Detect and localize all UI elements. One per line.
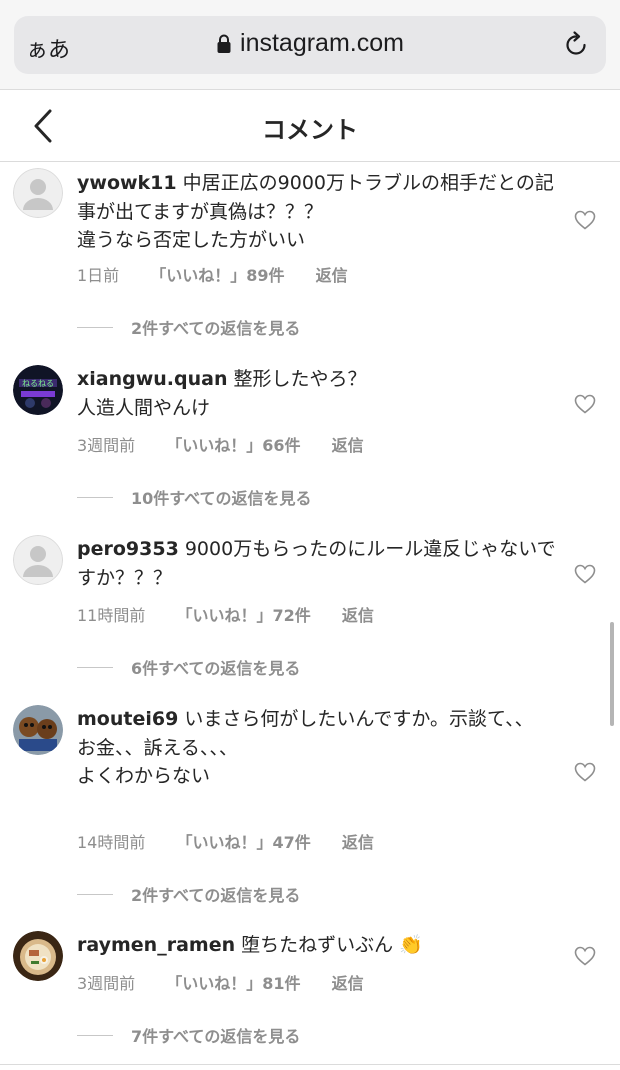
browser-address-bar: ぁあ instagram.com <box>0 0 620 90</box>
replies-divider-line <box>77 893 113 895</box>
comment-username[interactable]: ywowk11 <box>77 172 177 194</box>
view-replies-button[interactable]: 10件すべての返信を見る <box>77 485 312 509</box>
comment-time: 1日前 <box>77 266 120 285</box>
comment-text-block: ywowk11 中居正広の9000万トラブルの相手だとの記事が出てますが真偽は？… <box>77 169 557 255</box>
comment-meta: 3週間前 「いいね！」81件 返信 <box>77 970 390 994</box>
user-photo-avatar-icon: ねるねる <box>13 365 63 415</box>
svg-text:ねるねる: ねるねる <box>22 379 54 388</box>
view-replies-button[interactable]: 2件すべての返信を見る <box>77 882 300 906</box>
replies-divider-line <box>77 326 113 328</box>
user-photo-avatar-icon <box>13 705 63 755</box>
heart-icon[interactable] <box>574 210 596 230</box>
comment-username[interactable]: pero9353 <box>77 538 179 560</box>
heart-icon[interactable] <box>574 762 596 782</box>
replies-divider-line <box>77 496 113 498</box>
view-replies-button[interactable]: 2件すべての返信を見る <box>77 315 300 339</box>
comment-time: 3週間前 <box>77 436 136 455</box>
heart-icon[interactable] <box>574 394 596 414</box>
comment-time: 3週間前 <box>77 974 136 993</box>
comment-username[interactable]: xiangwu.quan <box>77 368 228 390</box>
view-replies-label: 2件すべての返信を見る <box>131 319 301 338</box>
reload-icon[interactable] <box>562 30 590 60</box>
comment-text-line-2: 違うなら否定した方がいい <box>77 229 306 251</box>
likes-count[interactable]: 「いいね！」47件 <box>176 833 310 852</box>
replies-divider-line <box>77 666 113 668</box>
avatar[interactable] <box>13 535 63 585</box>
reply-button[interactable]: 返信 <box>332 436 364 455</box>
avatar[interactable] <box>13 168 63 218</box>
comment-text: 整形したやろ？ <box>233 368 367 390</box>
likes-count[interactable]: 「いいね！」89件 <box>150 266 284 285</box>
heart-icon[interactable] <box>574 564 596 584</box>
comment-time: 14時間前 <box>77 833 146 852</box>
replies-divider-line <box>77 1034 113 1036</box>
comment-time: 11時間前 <box>77 606 146 625</box>
comment-meta: 11時間前 「いいね！」72件 返信 <box>77 602 400 626</box>
comment-username[interactable]: moutei69 <box>77 708 178 730</box>
page-title: コメント <box>262 116 358 144</box>
comments-header: コメント <box>0 90 620 162</box>
comment-username[interactable]: raymen_ramen <box>77 934 235 956</box>
likes-count[interactable]: 「いいね！」72件 <box>176 606 310 625</box>
reply-button[interactable]: 返信 <box>316 266 348 285</box>
likes-count[interactable]: 「いいね！」81件 <box>166 974 300 993</box>
view-replies-label: 2件すべての返信を見る <box>131 886 301 905</box>
avatar[interactable]: ねるねる <box>13 365 63 415</box>
reply-button[interactable]: 返信 <box>332 974 364 993</box>
avatar[interactable] <box>13 931 63 981</box>
default-avatar-icon <box>13 535 63 585</box>
view-replies-label: 7件すべての返信を見る <box>131 1027 301 1046</box>
heart-icon[interactable] <box>574 946 596 966</box>
comment-text: いまさら何がしたいんですか。示談て、、 <box>184 708 534 730</box>
comment-text-block: pero9353 9000万もらったのにルール違反じゃないですか？？？ <box>77 535 557 592</box>
default-avatar-icon <box>13 168 63 218</box>
likes-count[interactable]: 「いいね！」66件 <box>166 436 300 455</box>
ramen-bowl-avatar-icon <box>13 931 63 981</box>
url-display[interactable]: instagram.com <box>14 29 606 58</box>
reply-button[interactable]: 返信 <box>342 606 374 625</box>
comment-text-block: moutei69 いまさら何がしたいんですか。示談て、、 お金、、訴える、、、 … <box>77 705 557 791</box>
comment-text-line-3: よくわからない <box>77 765 211 787</box>
url-field[interactable]: ぁあ instagram.com <box>14 16 606 74</box>
comment-text-block: xiangwu.quan 整形したやろ？ 人造人間やんけ <box>77 365 557 422</box>
clapping-hands-emoji: 👏 <box>399 934 423 956</box>
avatar[interactable] <box>13 705 63 755</box>
bottom-divider <box>0 1064 620 1065</box>
view-replies-button[interactable]: 7件すべての返信を見る <box>77 1023 300 1047</box>
url-text: instagram.com <box>240 29 404 57</box>
reply-button[interactable]: 返信 <box>342 833 374 852</box>
scrollbar[interactable] <box>610 622 614 726</box>
comment-text: 堕ちたねずいぶん <box>241 934 394 956</box>
view-replies-button[interactable]: 6件すべての返信を見る <box>77 655 300 679</box>
view-replies-label: 6件すべての返信を見る <box>131 659 301 678</box>
view-replies-label: 10件すべての返信を見る <box>131 489 312 508</box>
lock-icon <box>217 34 231 53</box>
comment-text-block: raymen_ramen 堕ちたねずいぶん 👏 <box>77 931 557 960</box>
comment-meta: 3週間前 「いいね！」66件 返信 <box>77 432 390 456</box>
comment-text-line-2: お金、、訴える、、、 <box>77 736 238 759</box>
comment-meta: 1日前 「いいね！」89件 返信 <box>77 262 374 286</box>
comment-meta: 14時間前 「いいね！」47件 返信 <box>77 829 400 853</box>
comment-text-line-2: 人造人間やんけ <box>77 396 211 419</box>
